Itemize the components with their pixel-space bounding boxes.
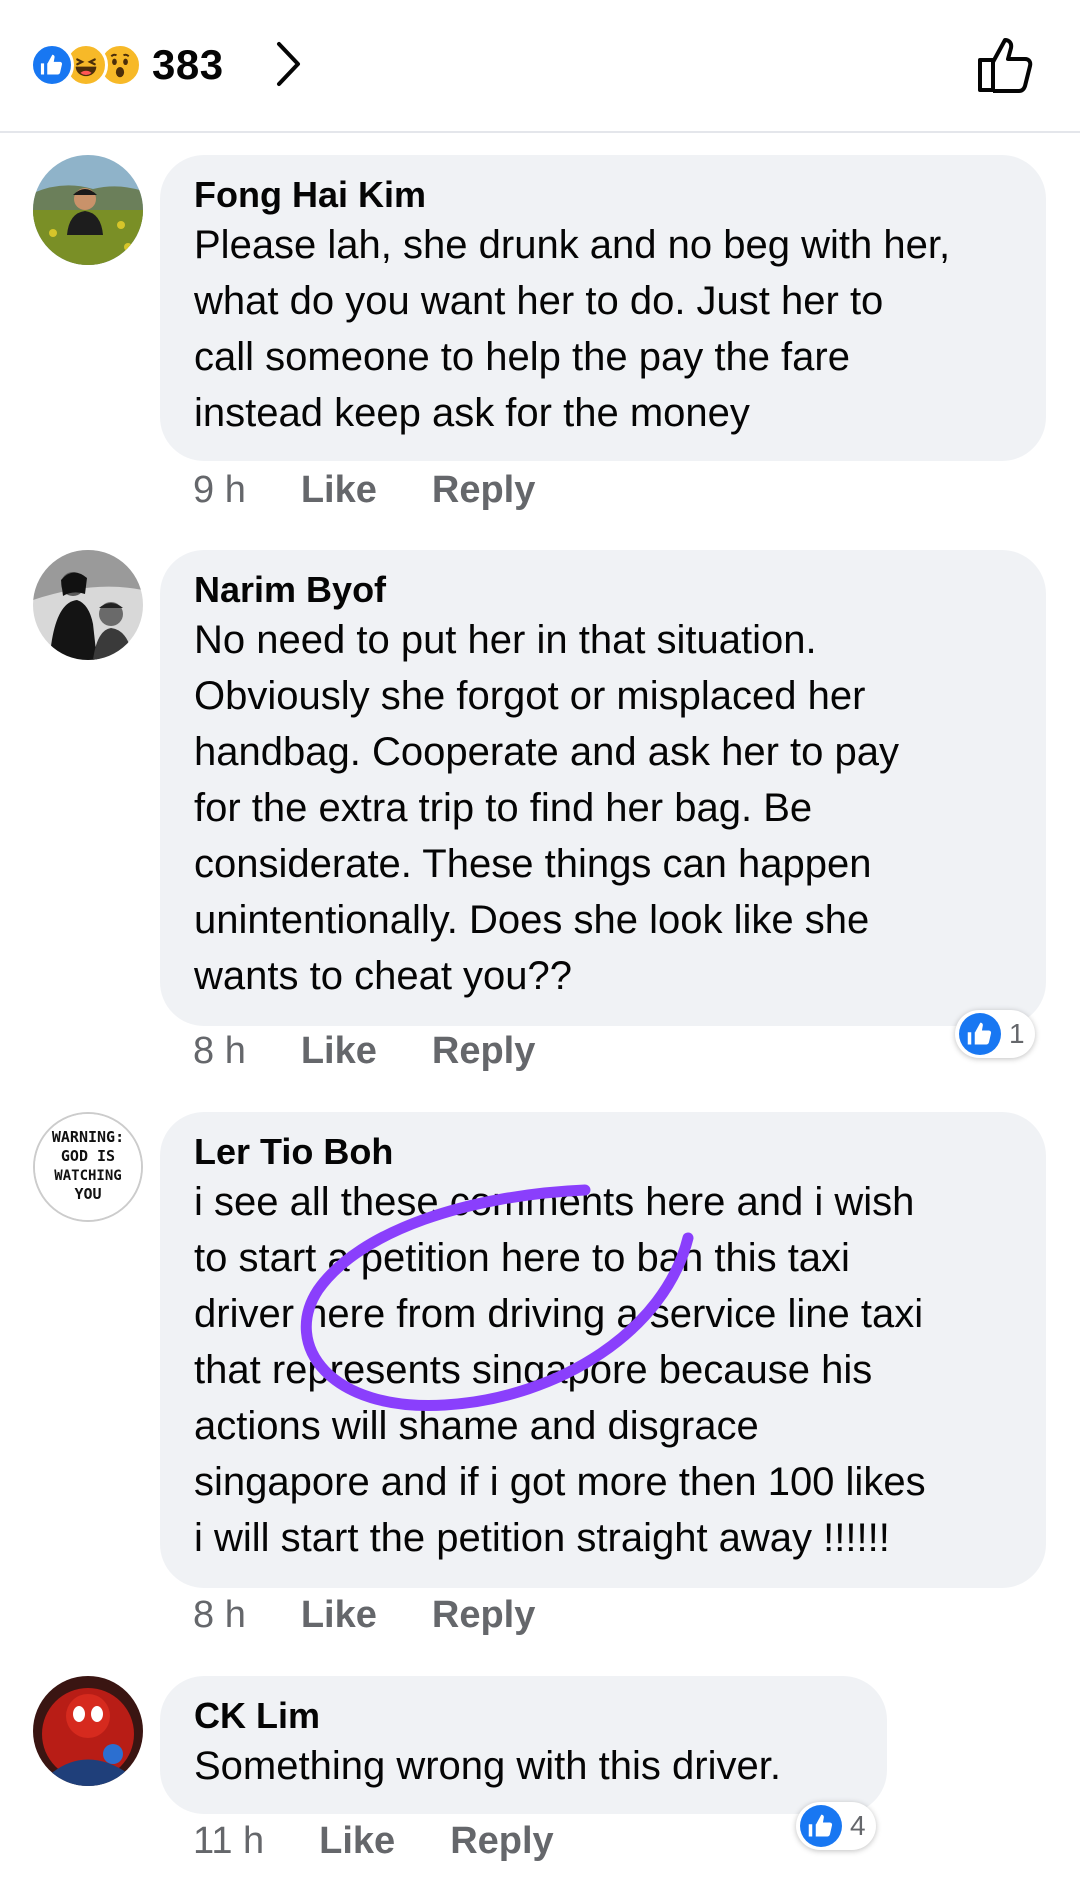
avatar[interactable] xyxy=(33,1676,143,1786)
comment-line: unintentionally. Does she look like she xyxy=(194,898,870,942)
comment-line: actions will shame and disgrace xyxy=(194,1404,759,1448)
avatar-text: WARNING: xyxy=(52,1128,124,1146)
comment-text: i see all these comments here and i wish… xyxy=(194,1174,1012,1566)
like-button[interactable]: Like xyxy=(301,1594,377,1637)
like-reaction-icon xyxy=(800,1805,842,1847)
comment-time[interactable]: 9 h xyxy=(193,469,246,512)
comment-author[interactable]: Ler Tio Boh xyxy=(194,1130,1012,1174)
comment-line: instead keep ask for the money xyxy=(194,391,750,435)
comment-line: singapore and if i got more then 100 lik… xyxy=(194,1460,926,1504)
comment-line: Something wrong with this driver. xyxy=(194,1744,781,1788)
like-button[interactable]: Like xyxy=(319,1820,395,1863)
avatar-text: WATCHING xyxy=(54,1168,121,1184)
comment-line: handbag. Cooperate and ask her to pay xyxy=(194,730,899,774)
comment-line: driver here from driving a service line … xyxy=(194,1292,924,1336)
comment-text: Please lah, she drunk and no beg with he… xyxy=(194,217,1012,441)
comment-line: Obviously she forgot or misplaced her xyxy=(194,674,866,718)
reaction-count: 383 xyxy=(152,41,224,88)
comment-line: what do you want her to do. Just her to xyxy=(194,279,884,323)
reply-button[interactable]: Reply xyxy=(432,1594,535,1637)
comment-author[interactable]: Fong Hai Kim xyxy=(194,173,1012,217)
like-button[interactable]: Like xyxy=(301,469,377,512)
comment-text: Something wrong with this driver. xyxy=(194,1738,853,1794)
comment-actions: 9 h Like Reply xyxy=(193,469,590,512)
comment-line: Please lah, she drunk and no beg with he… xyxy=(194,223,951,267)
comment-reaction-badge[interactable]: 4 xyxy=(796,1802,876,1850)
comment-line: that represents singapore because his xyxy=(194,1348,873,1392)
reply-button[interactable]: Reply xyxy=(432,469,535,512)
avatar[interactable] xyxy=(33,550,143,660)
reactions-header: 383 xyxy=(0,0,1080,133)
avatar[interactable] xyxy=(33,155,143,265)
avatar-text: YOU xyxy=(74,1185,101,1203)
comment-line: No need to put her in that situation. xyxy=(194,618,817,662)
comment-author[interactable]: Narim Byof xyxy=(194,568,1012,612)
comment-actions: 11 h Like Reply xyxy=(193,1820,609,1863)
chevron-right-icon[interactable] xyxy=(274,38,304,90)
avatar-text: GOD IS xyxy=(61,1147,115,1165)
like-button[interactable]: Like xyxy=(301,1030,377,1073)
comment-line: for the extra trip to find her bag. Be xyxy=(194,786,813,830)
reply-button[interactable]: Reply xyxy=(432,1030,535,1073)
comment-line: considerate. These things can happen xyxy=(194,842,872,886)
comment-line: to start a petition here to ban this tax… xyxy=(194,1236,850,1280)
comment-line: i will start the petition straight away … xyxy=(194,1516,890,1560)
comment-line: i see all these comments here and i wish xyxy=(194,1180,915,1224)
comment-bubble[interactable]: Ler Tio Boh i see all these comments her… xyxy=(160,1112,1046,1588)
like-reaction-icon xyxy=(30,43,74,87)
comment-actions: 8 h Like Reply xyxy=(193,1594,590,1637)
comment-time[interactable]: 8 h xyxy=(193,1030,246,1073)
comment-time[interactable]: 11 h xyxy=(193,1820,264,1863)
comment-author[interactable]: CK Lim xyxy=(194,1694,853,1738)
comment-actions: 8 h Like Reply xyxy=(193,1030,590,1073)
comment-bubble[interactable]: Narim Byof No need to put her in that si… xyxy=(160,550,1046,1026)
comment-line: call someone to help the pay the fare xyxy=(194,335,850,379)
like-reaction-icon xyxy=(959,1013,1001,1055)
comment-line: wants to cheat you?? xyxy=(194,954,573,998)
comment-bubble[interactable]: CK Lim Something wrong with this driver. xyxy=(160,1676,887,1814)
avatar[interactable]: WARNING: GOD IS WATCHING YOU xyxy=(33,1112,143,1222)
comment-reaction-count: 1 xyxy=(1009,1018,1025,1049)
comment-time[interactable]: 8 h xyxy=(193,1594,246,1637)
comment-reaction-badge[interactable]: 1 xyxy=(955,1010,1035,1058)
comment-text: No need to put her in that situation. Ob… xyxy=(194,612,1012,1004)
comment-bubble[interactable]: Fong Hai Kim Please lah, she drunk and n… xyxy=(160,155,1046,461)
comment-reaction-count: 4 xyxy=(850,1810,866,1841)
reply-button[interactable]: Reply xyxy=(450,1820,553,1863)
like-outline-icon[interactable] xyxy=(976,34,1036,94)
reactions-summary[interactable]: 383 xyxy=(30,40,224,90)
